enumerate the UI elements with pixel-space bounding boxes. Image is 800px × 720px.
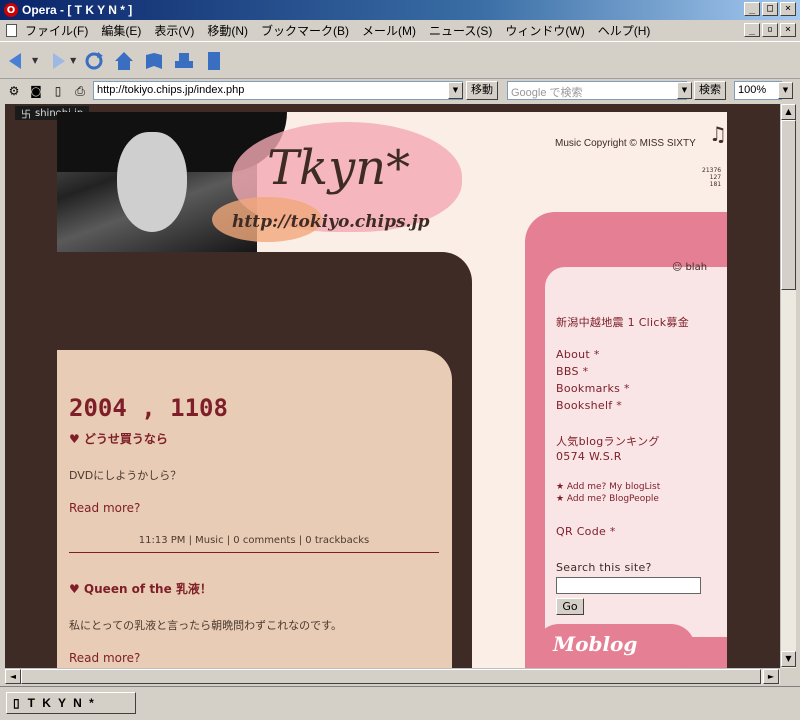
horizontal-scroll-thumb[interactable] <box>21 669 761 684</box>
scroll-left-icon[interactable]: ◄ <box>5 669 21 684</box>
face-shape <box>117 132 187 232</box>
home-icon[interactable] <box>112 49 136 73</box>
scroll-right-icon[interactable]: ► <box>763 669 779 684</box>
printer-icon[interactable]: ⎙ <box>72 83 88 99</box>
scroll-up-icon[interactable]: ▲ <box>781 104 796 120</box>
wand-icon[interactable]: ⚙ <box>6 83 22 99</box>
page-icon[interactable] <box>202 49 226 73</box>
qr-code-link[interactable]: QR Code * <box>556 525 616 538</box>
opera-icon: O <box>4 3 18 17</box>
menu-window[interactable]: ウィンドウ(W) <box>505 22 584 39</box>
back-dropdown-icon[interactable]: ▼ <box>32 56 38 65</box>
post-body: 私にとっての乳液と言ったら朝晩問わずこれなのです。 <box>69 619 343 632</box>
new-page-icon[interactable]: ▯ <box>50 83 66 99</box>
ranking-link[interactable]: 人気blogランキング <box>556 433 660 449</box>
zoom-dropdown-icon[interactable]: ▼ <box>778 82 793 99</box>
post-title[interactable]: ♥ どうせ買うなら <box>69 430 439 447</box>
mdi-minimize-button[interactable]: _ <box>744 23 760 37</box>
forward-dropdown-icon[interactable]: ▼ <box>70 56 76 65</box>
blog-post: ♥ Queen of the 乳液！ 私にとっての乳液と言ったら朝晩問わずこれな… <box>69 572 439 665</box>
camera-icon[interactable]: ◙ <box>28 83 44 99</box>
blog-post: 2004 , 1108 ♥ どうせ買うなら DVDにしようかしら？ Read m… <box>69 394 439 553</box>
bloglist-link[interactable]: ★ Add me? My blogList <box>556 482 660 492</box>
access-counter: 21376 127 181 <box>702 167 721 188</box>
menu-navigate[interactable]: 移動(N) <box>207 22 248 39</box>
mdi-restore-button[interactable]: ▫ <box>762 23 778 37</box>
site-logo[interactable]: Tkyn* <box>267 140 410 196</box>
post-title[interactable]: ♥ Queen of the 乳液！ <box>69 580 439 597</box>
maximize-button[interactable]: □ <box>762 2 778 16</box>
donation-link[interactable]: 新潟中越地震 1 Click募金 <box>556 314 689 330</box>
horizontal-scrollbar[interactable]: ◄ ► <box>5 668 780 684</box>
back-icon[interactable] <box>6 49 30 73</box>
site-url-logo: http://tokiyo.chips.jp <box>232 212 430 232</box>
blah-link[interactable]: ☺ blah <box>672 262 707 273</box>
site-search-go-button[interactable]: Go <box>556 598 584 615</box>
menu-file[interactable]: ファイル(F) <box>25 22 88 39</box>
shinobi-icon: 卐 <box>21 109 31 121</box>
document-icon[interactable] <box>6 24 17 37</box>
menu-help[interactable]: ヘルプ(H) <box>598 22 651 39</box>
zoom-input[interactable]: 100% <box>734 81 782 100</box>
vertical-scroll-thumb[interactable] <box>781 120 796 290</box>
wsr-link[interactable]: 0574 W.S.R <box>556 450 622 463</box>
counter-total: 21376 <box>702 167 722 174</box>
page-tab[interactable]: ▯ T K Y N * <box>6 692 136 714</box>
sidebar-link-about[interactable]: About * <box>556 348 600 361</box>
search-button[interactable]: 検索 <box>694 81 726 100</box>
navigation-toolbar: ▼ ▼ <box>0 43 800 79</box>
menu-mail[interactable]: メール(M) <box>362 22 416 39</box>
sidebar-link-bbs[interactable]: BBS * <box>556 365 588 378</box>
title-bar: O Opera - [ T K Y N * ] _ □ × <box>0 0 800 20</box>
page-tab-icon: ▯ <box>13 696 22 710</box>
forward-icon[interactable] <box>44 49 68 73</box>
menu-edit[interactable]: 編集(E) <box>101 22 141 39</box>
blogpeople-link[interactable]: ★ Add me? BlogPeople <box>556 494 659 504</box>
vertical-scrollbar[interactable]: ▲ ▼ <box>780 104 796 668</box>
page-tab-label: T K Y N * <box>27 696 96 710</box>
address-input[interactable]: http://tokiyo.chips.jp/index.php <box>93 81 463 100</box>
counter-today: 127 <box>709 174 722 181</box>
counter-yesterday: 181 <box>709 181 722 188</box>
sidebar-link-bookshelf[interactable]: Bookshelf * <box>556 399 622 412</box>
address-dropdown-icon[interactable]: ▼ <box>448 82 463 99</box>
go-button[interactable]: 移動 <box>466 81 498 100</box>
post-date: 2004 , 1108 <box>69 394 228 422</box>
tab-bar: ▯ T K Y N * <box>0 686 800 720</box>
minimize-button[interactable]: _ <box>744 2 760 16</box>
read-more-link[interactable]: Read more? <box>69 651 140 665</box>
moblog-title[interactable]: Moblog <box>553 632 637 656</box>
music-copyright[interactable]: Music Copyright © MISS SIXTY <box>555 138 696 149</box>
read-more-link[interactable]: Read more? <box>69 501 140 515</box>
main-content: 2004 , 1108 ♥ どうせ買うなら DVDにしようかしら？ Read m… <box>57 350 452 668</box>
menu-bar: ファイル(F) 編集(E) 表示(V) 移動(N) ブックマーク(B) メール(… <box>0 20 800 42</box>
menu-news[interactable]: ニュース(S) <box>429 22 492 39</box>
close-button[interactable]: × <box>780 2 796 16</box>
mdi-close-button[interactable]: × <box>780 23 796 37</box>
search-input[interactable]: Google で検索 <box>507 81 687 100</box>
search-label: Search this site? <box>556 561 652 574</box>
blah-label: blah <box>685 262 708 273</box>
post-body: DVDにしようかしら？ <box>69 469 182 482</box>
site-search-input[interactable] <box>556 577 701 594</box>
menu-view[interactable]: 表示(V) <box>154 22 194 39</box>
bookmark-icon[interactable] <box>142 49 166 73</box>
reload-icon[interactable] <box>82 49 106 73</box>
page-viewport: 卐 shinobi.jp Tkyn* http://tokiyo.chips.j… <box>5 104 780 668</box>
search-dropdown-icon[interactable]: ▼ <box>677 82 692 99</box>
post-meta[interactable]: 11:13 PM | Music | 0 comments | 0 trackb… <box>69 535 439 553</box>
smiley-icon: ☺ <box>672 262 683 273</box>
address-toolbar: ⚙ ◙ ▯ ⎙ http://tokiyo.chips.jp/index.php… <box>0 80 800 102</box>
music-note-icon[interactable]: ♫ <box>709 122 727 146</box>
menu-bookmarks[interactable]: ブックマーク(B) <box>261 22 349 39</box>
scroll-down-icon[interactable]: ▼ <box>781 651 796 667</box>
window-title: Opera - [ T K Y N * ] <box>22 3 133 17</box>
sidebar-link-bookmarks[interactable]: Bookmarks * <box>556 382 630 395</box>
print-icon[interactable] <box>172 49 196 73</box>
site-container: Tkyn* http://tokiyo.chips.jp Music Copyr… <box>57 112 727 668</box>
